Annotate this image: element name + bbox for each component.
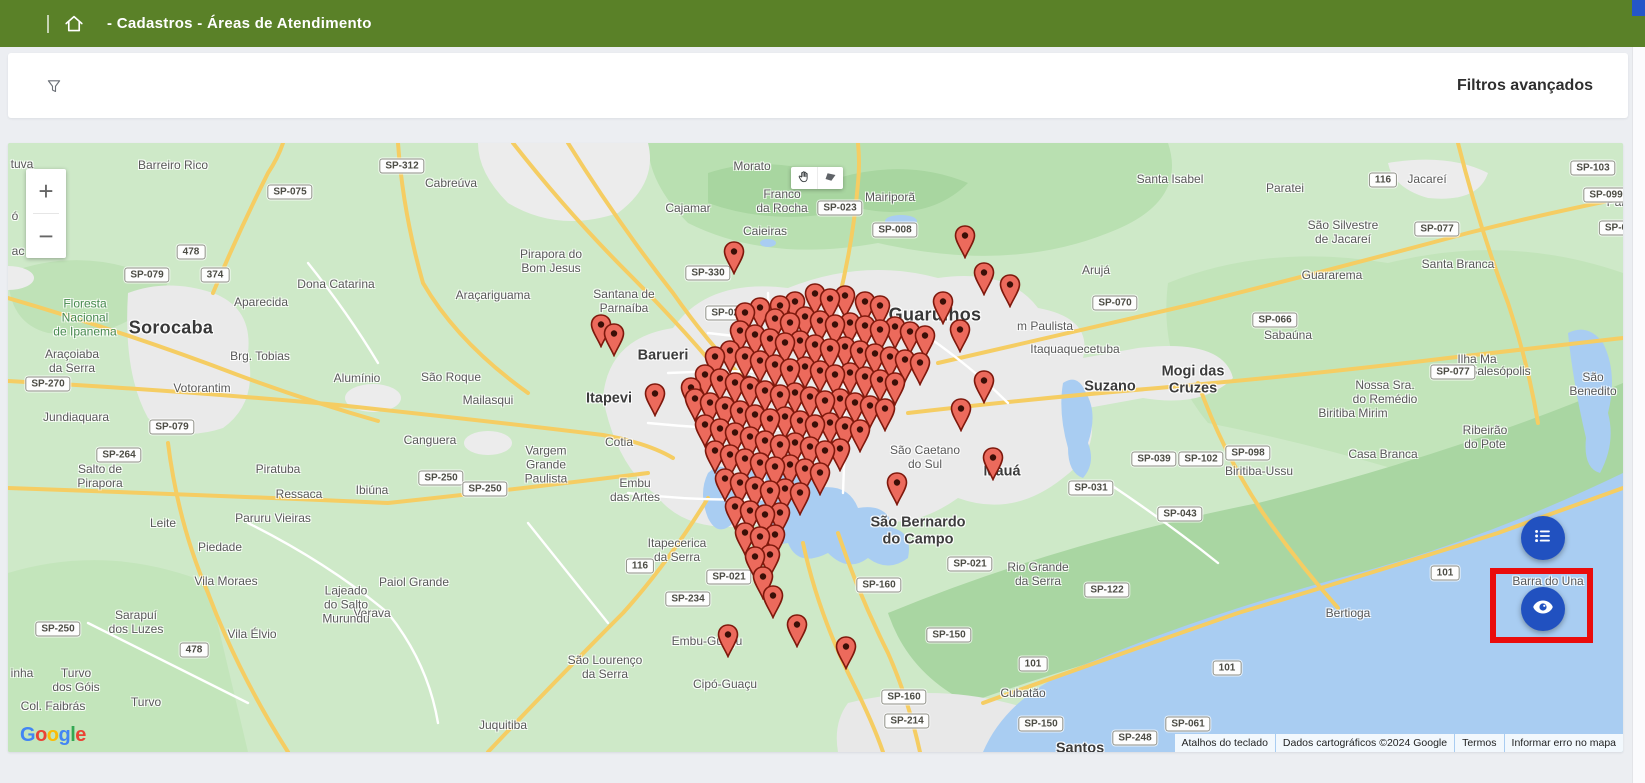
draw-polygon-button[interactable] xyxy=(817,167,844,189)
map-zoom-control: + − xyxy=(26,169,66,258)
google-logo-letter: G xyxy=(20,724,35,746)
map-marker[interactable] xyxy=(950,398,972,432)
bullet-list-icon xyxy=(1532,525,1554,552)
zoom-in-button[interactable]: + xyxy=(26,169,66,213)
breadcrumb: - Cadastros - Áreas de Atendimento xyxy=(107,15,372,32)
map-marker[interactable] xyxy=(954,225,976,259)
terms-link[interactable]: Termos xyxy=(1455,734,1503,752)
google-logo[interactable]: Google xyxy=(20,724,86,747)
google-logo-letter: e xyxy=(75,724,86,746)
keyboard-shortcuts-link[interactable]: Atalhos do teclado xyxy=(1175,734,1275,752)
eye-icon xyxy=(1531,595,1555,624)
polygon-icon xyxy=(823,170,838,187)
map-marker[interactable] xyxy=(717,624,739,658)
map-marker[interactable] xyxy=(603,323,625,357)
google-logo-letter: o xyxy=(47,724,59,746)
hand-icon xyxy=(797,170,811,187)
map-marker[interactable] xyxy=(762,585,784,619)
advanced-filters-button[interactable]: Filtros avançados xyxy=(1457,77,1593,95)
view-button[interactable] xyxy=(1521,587,1565,631)
map-attribution: Atalhos do teclado Dados cartográficos ©… xyxy=(1175,734,1623,752)
map-marker[interactable] xyxy=(973,262,995,296)
filter-bar: Filtros avançados xyxy=(8,53,1628,118)
scrollbar-thumb[interactable] xyxy=(1632,0,1645,16)
map-marker[interactable] xyxy=(789,482,811,516)
map-drawing-control xyxy=(791,167,843,189)
app-header: - Cadastros - Áreas de Atendimento xyxy=(0,0,1645,47)
list-button[interactable] xyxy=(1521,516,1565,560)
map-marker[interactable] xyxy=(809,462,831,496)
map-marker[interactable] xyxy=(999,274,1021,308)
map-marker[interactable] xyxy=(835,636,857,670)
map-marker[interactable] xyxy=(874,398,896,432)
map-container[interactable]: tuvaóacBarreiro RicoCabreúvaMoratoFranco… xyxy=(8,143,1623,752)
pan-tool-button[interactable] xyxy=(791,167,817,189)
map-marker[interactable] xyxy=(909,352,931,386)
map-marker[interactable] xyxy=(786,614,808,648)
map-marker[interactable] xyxy=(644,383,666,417)
map-marker[interactable] xyxy=(949,319,971,353)
google-logo-letter: o xyxy=(35,724,47,746)
home-icon[interactable] xyxy=(63,13,85,35)
zoom-out-button[interactable]: − xyxy=(26,214,66,258)
report-error-link[interactable]: Informar erro no mapa xyxy=(1505,734,1623,752)
map-marker[interactable] xyxy=(973,370,995,404)
header-divider xyxy=(47,15,49,33)
funnel-icon[interactable] xyxy=(45,77,63,95)
map-marker[interactable] xyxy=(982,447,1004,481)
scrollbar-track[interactable] xyxy=(1632,47,1645,783)
google-logo-letter: g xyxy=(59,724,71,746)
map-marker[interactable] xyxy=(886,472,908,506)
map-marker[interactable] xyxy=(849,419,871,453)
map-marker[interactable] xyxy=(723,241,745,275)
map-data-copyright: Dados cartográficos ©2024 Google xyxy=(1276,734,1454,752)
